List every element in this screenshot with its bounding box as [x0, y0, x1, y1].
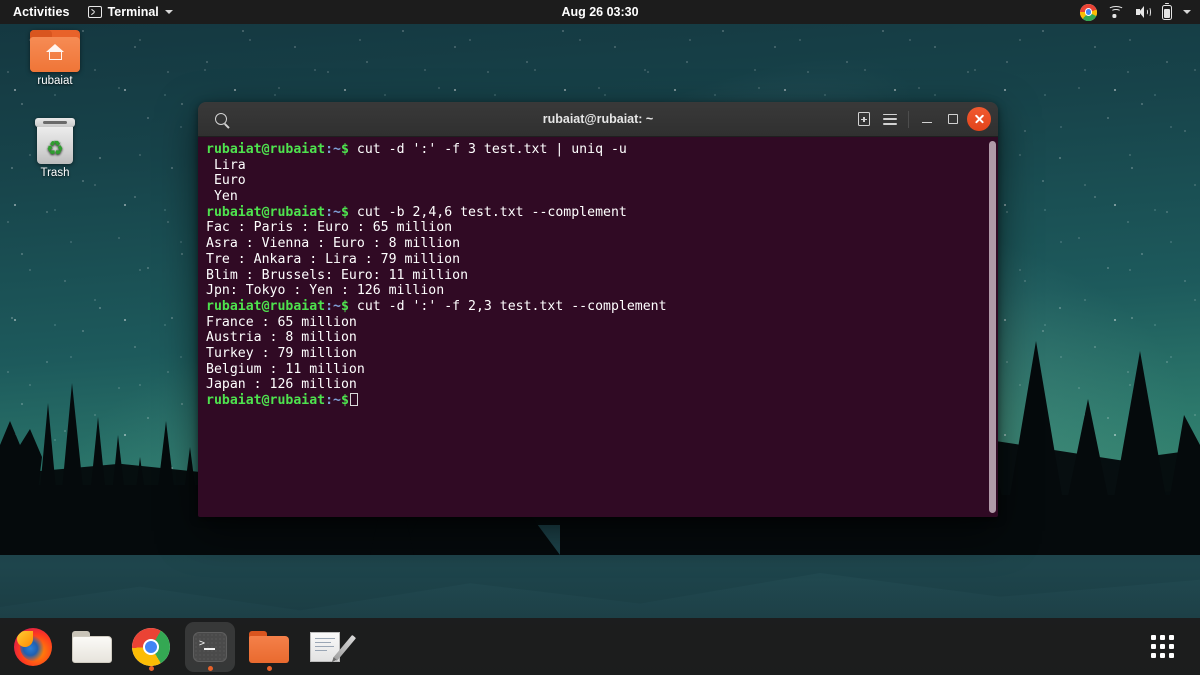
terminal-output-line: Japan : 126 million: [206, 377, 357, 393]
terminal-output-line: Lira: [206, 157, 246, 173]
battery-icon[interactable]: [1162, 2, 1172, 20]
terminal-output: rubaiat@rubaiat:~$ cut -d ':' -f 3 test.…: [206, 142, 984, 409]
terminal-output-line: Belgium : 11 million: [206, 361, 365, 377]
terminal-output-line: France : 65 million: [206, 314, 357, 330]
hamburger-menu-icon: [883, 113, 897, 125]
search-icon: [215, 113, 227, 125]
folder-icon: [249, 630, 289, 663]
prompt-path: :~: [325, 298, 341, 314]
prompt-user-host: rubaiat@rubaiat: [206, 393, 326, 408]
minimize-icon: [922, 121, 932, 124]
terminal-output-line: Euro: [206, 173, 246, 189]
terminal-cursor: [349, 393, 358, 406]
dock: >_: [0, 618, 1200, 675]
chevron-down-icon: [164, 10, 173, 14]
chrome-icon[interactable]: [1080, 3, 1097, 21]
desktop-icon-trash[interactable]: ♻ Trash: [14, 118, 96, 180]
terminal-output-line: Turkey : 79 million: [206, 345, 357, 361]
running-indicator: [207, 665, 213, 671]
maximize-icon: [948, 114, 958, 124]
terminal-prompt-line: rubaiat@rubaiat:~$ cut -b 2,4,6 test.txt…: [206, 205, 984, 221]
terminal-icon: [87, 6, 102, 18]
close-button[interactable]: [966, 106, 992, 132]
new-tab-icon: [858, 112, 870, 126]
terminal-prompt-line: rubaiat@rubaiat:~$ cut -d ':' -f 3 test.…: [206, 142, 984, 158]
terminal-prompt-line: rubaiat@rubaiat:~$ cut -d ':' -f 2,3 tes…: [206, 299, 984, 315]
search-button[interactable]: [208, 106, 234, 132]
desktop-icon-trash-label: Trash: [40, 167, 70, 179]
desktop-icon-home-label: rubaiat: [37, 75, 73, 87]
new-tab-button[interactable]: [851, 106, 877, 132]
terminal-output-line: Austria : 8 million: [206, 330, 357, 346]
terminal-output-line: Asra : Vienna : Euro : 8 million: [206, 236, 461, 252]
dock-item-firefox[interactable]: [8, 622, 58, 672]
show-applications-button[interactable]: [1142, 627, 1182, 667]
show-applications-icon: [1150, 635, 1174, 658]
desktop-icon-home[interactable]: rubaiat: [14, 30, 96, 88]
dock-item-folder[interactable]: [244, 622, 294, 672]
dock-item-chrome[interactable]: [126, 622, 176, 672]
terminal-output-line: Blim : Brussels: Euro: 11 million: [206, 267, 469, 283]
desktop: Activities Terminal Aug 26 03:30 rubaiat…: [0, 0, 1200, 675]
app-menu-label: Terminal: [107, 5, 159, 19]
prompt-symbol: $: [340, 393, 349, 408]
dock-item-terminal[interactable]: >_: [185, 621, 235, 672]
running-indicator: [266, 665, 272, 671]
prompt-symbol: $: [340, 142, 349, 157]
terminal-output-line: Tre : Ankara : Lira : 79 million: [206, 251, 461, 267]
running-indicator: [148, 665, 154, 671]
terminal-prompt-line: rubaiat@rubaiat:~$: [206, 393, 984, 409]
minimize-button[interactable]: [914, 106, 940, 132]
terminal-output-line: Jpn: Tokyo : Yen : 126 million: [206, 283, 445, 299]
terminal-output-line: Fac : Paris : Euro : 65 million: [206, 220, 453, 236]
prompt-user-host: rubaiat@rubaiat: [206, 204, 326, 220]
prompt-symbol: $: [340, 298, 349, 314]
terminal-title-bar[interactable]: rubaiat@rubaiat: ~: [198, 102, 998, 137]
clock[interactable]: Aug 26 03:30: [555, 3, 644, 21]
terminal-command: cut -b 2,4,6 test.txt --complement: [348, 204, 627, 220]
prompt-symbol: $: [340, 204, 349, 220]
terminal-scrollbar[interactable]: [989, 141, 996, 513]
terminal-command: cut -d ':' -f 3 test.txt | uniq -u: [348, 142, 627, 157]
text-editor-icon: [310, 631, 357, 662]
menu-button[interactable]: [877, 106, 903, 132]
maximize-button[interactable]: [940, 106, 966, 132]
chrome-icon: [132, 627, 170, 666]
app-menu-button[interactable]: Terminal: [87, 5, 173, 19]
terminal-icon: >_: [193, 631, 227, 662]
wifi-icon[interactable]: [1108, 6, 1124, 18]
prompt-user-host: rubaiat@rubaiat: [206, 298, 326, 314]
home-folder-icon: [30, 30, 80, 72]
system-menu-chevron-down-icon[interactable]: [1183, 10, 1191, 14]
dock-item-files[interactable]: [67, 622, 117, 672]
prompt-path: :~: [325, 204, 341, 220]
terminal-window[interactable]: rubaiat@rubaiat: ~ rubaiat@rubaiat:~$ cu…: [198, 102, 998, 517]
volume-icon[interactable]: [1135, 6, 1152, 19]
files-icon: [72, 630, 112, 663]
firefox-icon: [14, 627, 52, 666]
trash-icon: ♻: [33, 118, 77, 164]
terminal-command: cut -d ':' -f 2,3 test.txt --complement: [348, 298, 667, 314]
activities-button[interactable]: Activities: [9, 3, 74, 21]
terminal-body[interactable]: rubaiat@rubaiat:~$ cut -d ':' -f 3 test.…: [198, 137, 998, 517]
close-icon: [967, 107, 991, 131]
titlebar-divider: [908, 110, 909, 128]
dock-item-text-editor[interactable]: [303, 622, 357, 672]
top-bar: Activities Terminal Aug 26 03:30: [0, 0, 1200, 24]
terminal-output-line: Yen: [206, 189, 238, 205]
prompt-path: :~: [325, 393, 341, 408]
prompt-user-host: rubaiat@rubaiat: [206, 142, 326, 157]
prompt-path: :~: [325, 142, 341, 157]
